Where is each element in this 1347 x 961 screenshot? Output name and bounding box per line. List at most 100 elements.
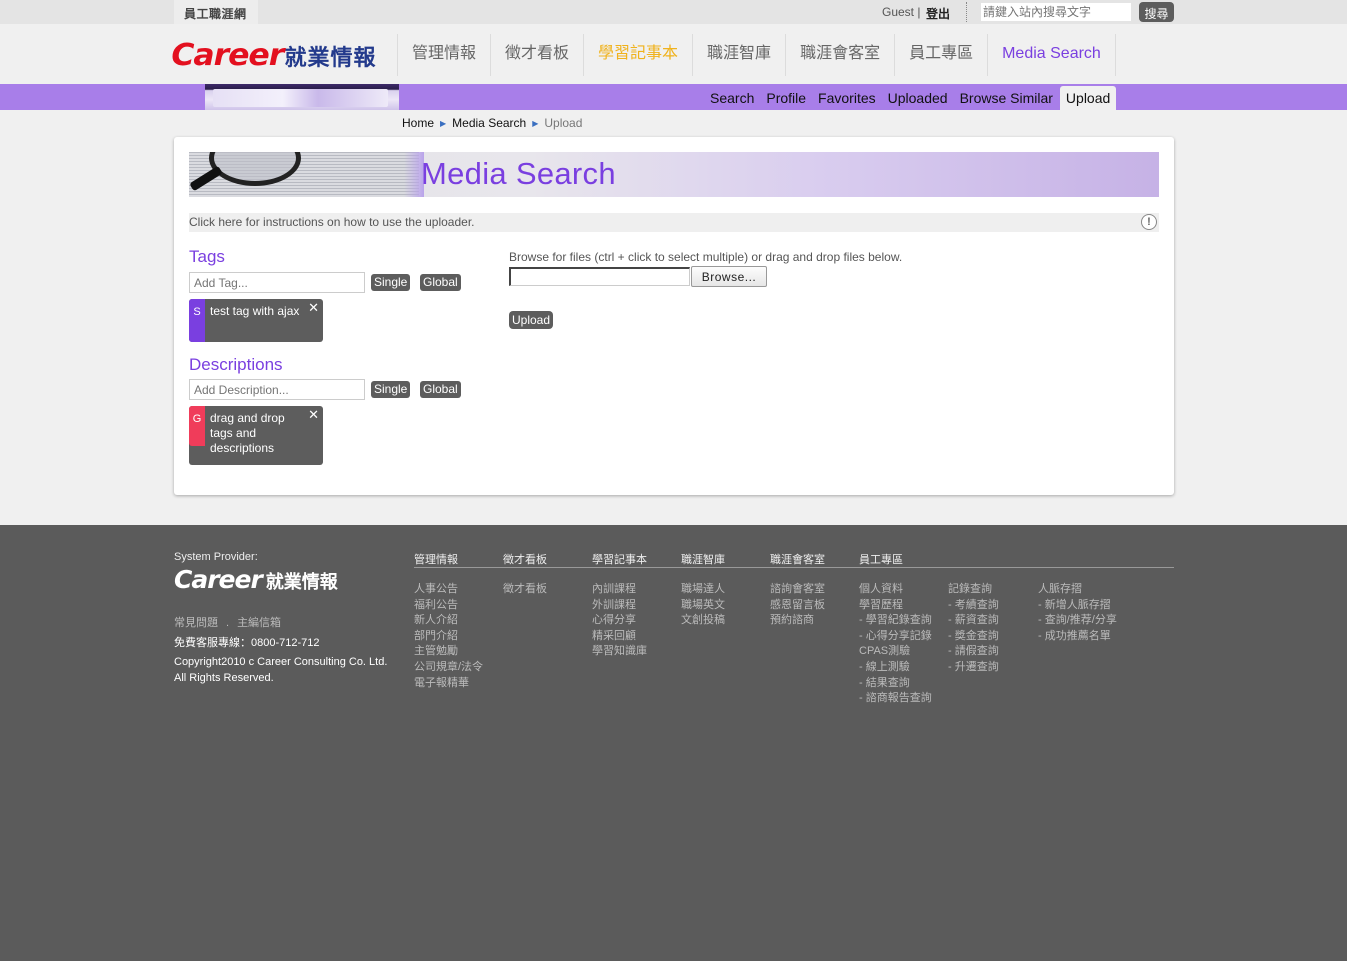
footer-link[interactable]: 諮詢會客室 xyxy=(770,582,825,598)
footer-link[interactable]: 部門介紹 xyxy=(414,629,483,645)
footer-link[interactable]: - 考績查詢 xyxy=(948,598,999,614)
logout-link[interactable]: 登出 xyxy=(926,5,950,22)
footer-link[interactable]: 記錄查詢 xyxy=(948,582,999,598)
editor-mailbox-link[interactable]: 主編信箱 xyxy=(237,617,281,629)
tag-chip[interactable]: S test tag with ajax ✕ xyxy=(189,299,323,342)
footer-link[interactable]: 職場英文 xyxy=(681,598,725,614)
footer-link[interactable]: 電子報精華 xyxy=(414,676,483,692)
footer-column-records: 記錄查詢 - 考績查詢 - 薪資查詢 - 獎金查詢 - 請假查詢 - 升遷查詢 xyxy=(948,551,999,676)
alert-icon[interactable]: ! xyxy=(1141,214,1157,230)
description-chip[interactable]: G drag and drop tags and descriptions ✕ xyxy=(189,406,323,465)
close-icon[interactable]: ✕ xyxy=(308,407,319,423)
global-flag: G xyxy=(189,406,205,446)
footer-column-heading[interactable]: 學習記事本 xyxy=(592,551,647,582)
subnav-favorites[interactable]: Favorites xyxy=(812,86,882,110)
footer-column-heading[interactable]: 職涯智庫 xyxy=(681,551,725,582)
upload-button[interactable]: Upload xyxy=(509,311,554,329)
faq-link[interactable]: 常見問題 xyxy=(174,617,218,629)
footer-link[interactable]: 徵才看板 xyxy=(503,582,547,598)
footer-logo-en: Career xyxy=(174,565,263,594)
footer-link[interactable]: CPAS測驗 xyxy=(859,644,932,660)
footer-column-heading[interactable] xyxy=(1038,551,1117,582)
nav-item-media-search[interactable]: Media Search xyxy=(987,34,1116,76)
footer-link[interactable]: - 成功推薦名單 xyxy=(1038,629,1117,645)
career-logo[interactable]: Career 就業情報 xyxy=(171,38,377,73)
tag-single-button[interactable]: Single xyxy=(371,274,411,291)
add-tag-input[interactable] xyxy=(189,272,365,293)
copyright: Copyright2010 c Career Consulting Co. Lt… xyxy=(174,654,387,686)
footer-logo[interactable]: Career 就業情報 xyxy=(174,565,338,594)
footer-link[interactable]: 個人資料 xyxy=(859,582,932,598)
nav-item-recruitment[interactable]: 徵才看板 xyxy=(490,34,583,76)
file-path-input[interactable] xyxy=(509,267,690,286)
footer-link[interactable]: 福利公告 xyxy=(414,598,483,614)
nav-item-learning[interactable]: 學習記事本 xyxy=(583,34,692,76)
footer-column-heading[interactable]: 職涯會客室 xyxy=(770,551,825,582)
description-single-button[interactable]: Single xyxy=(371,381,411,398)
footer-column-heading[interactable]: 管理情報 xyxy=(414,551,483,582)
instructions-link[interactable]: Click here for instructions on how to us… xyxy=(189,215,475,229)
breadcrumb-media-search[interactable]: Media Search xyxy=(452,116,526,130)
breadcrumb-home[interactable]: Home xyxy=(402,116,434,130)
footer-link[interactable]: - 薪資查詢 xyxy=(948,613,999,629)
file-folder-image xyxy=(205,84,399,110)
footer-link[interactable]: 新人介紹 xyxy=(414,613,483,629)
footer-link[interactable]: - 學習紀錄查詢 xyxy=(859,613,932,629)
footer-link[interactable]: 人事公告 xyxy=(414,582,483,598)
logo-text-en: Career xyxy=(171,38,284,73)
footer-link[interactable]: 內訓課程 xyxy=(592,582,647,598)
subnav-upload[interactable]: Upload xyxy=(1059,86,1117,110)
logo-text-cn: 就業情報 xyxy=(284,45,377,70)
page-banner: Media Search xyxy=(189,152,1159,197)
footer-link[interactable]: 主管勉勵 xyxy=(414,644,483,660)
footer-column-heading[interactable] xyxy=(948,551,999,582)
footer-link[interactable]: 心得分享 xyxy=(592,613,647,629)
footer-column-heading[interactable]: 徵才看板 xyxy=(503,551,547,582)
footer-link[interactable]: 精采回顧 xyxy=(592,629,647,645)
description-global-button[interactable]: Global xyxy=(420,381,461,398)
site-search-input[interactable] xyxy=(981,3,1131,21)
nav-item-career-lounge[interactable]: 職涯會客室 xyxy=(785,34,894,76)
footer-link[interactable]: - 心得分享記錄 xyxy=(859,629,932,645)
footer-link[interactable]: - 請假查詢 xyxy=(948,644,999,660)
breadcrumb-arrow-icon: ▶ xyxy=(532,118,539,128)
footer-column-network: 人脈存摺 - 新增人脈存摺 - 查詢/推荐/分享 - 成功推薦名單 xyxy=(1038,551,1117,644)
footer-link[interactable]: - 升遷查詢 xyxy=(948,660,999,676)
footer-link[interactable]: 人脈存摺 xyxy=(1038,582,1117,598)
browse-button[interactable]: Browse... xyxy=(691,266,767,287)
footer-link[interactable]: - 結果查詢 xyxy=(859,676,932,692)
footer-column-employee-zone: 員工專區 個人資料 學習歷程 - 學習紀錄查詢 - 心得分享記錄 CPAS測驗 - 線上測驗… xyxy=(859,551,932,707)
footer-link[interactable]: - 諮商報告查詢 xyxy=(859,691,932,707)
magnifier-icon xyxy=(209,152,301,186)
subnav-search[interactable]: Search xyxy=(704,86,760,110)
tag-global-button[interactable]: Global xyxy=(420,274,461,291)
footer-link[interactable]: 外訓課程 xyxy=(592,598,647,614)
footer-column-heading[interactable]: 員工專區 xyxy=(859,551,932,582)
upload-panel: Media Search Click here for instructions… xyxy=(174,137,1174,495)
footer-link[interactable]: 文創投稿 xyxy=(681,613,725,629)
add-description-input[interactable] xyxy=(189,379,365,400)
subnav-uploaded[interactable]: Uploaded xyxy=(882,86,954,110)
site-tab[interactable]: 員工職涯網 xyxy=(174,0,258,24)
nav-item-career-library[interactable]: 職涯智庫 xyxy=(692,34,785,76)
footer-link[interactable]: 學習歷程 xyxy=(859,598,932,614)
footer-link[interactable]: 職場達人 xyxy=(681,582,725,598)
nav-item-management[interactable]: 管理情報 xyxy=(397,34,490,76)
subnav: Search Profile Favorites Uploaded Browse… xyxy=(704,86,1117,110)
footer-link[interactable]: 預約諮商 xyxy=(770,613,825,629)
footer-link[interactable]: 公司規章/法令 xyxy=(414,660,483,676)
site-search-button[interactable]: 搜尋 xyxy=(1139,2,1174,22)
footer-link[interactable]: - 新增人脈存摺 xyxy=(1038,598,1117,614)
footer-link[interactable]: 感恩留言板 xyxy=(770,598,825,614)
subnav-browse-similar[interactable]: Browse Similar xyxy=(954,86,1059,110)
close-icon[interactable]: ✕ xyxy=(308,300,319,316)
footer-link[interactable]: - 查詢/推荐/分享 xyxy=(1038,613,1117,629)
magnifier-photo xyxy=(189,152,424,197)
footer-link[interactable]: 學習知識庫 xyxy=(592,644,647,660)
subnav-profile[interactable]: Profile xyxy=(760,86,812,110)
top-bar: 員工職涯網 Guest | 登出 搜尋 xyxy=(0,0,1347,24)
footer-link[interactable]: - 獎金查詢 xyxy=(948,629,999,645)
instructions-bar[interactable]: Click here for instructions on how to us… xyxy=(189,213,1159,232)
nav-item-employee-zone[interactable]: 員工專區 xyxy=(894,34,987,76)
footer-link[interactable]: - 線上測驗 xyxy=(859,660,932,676)
